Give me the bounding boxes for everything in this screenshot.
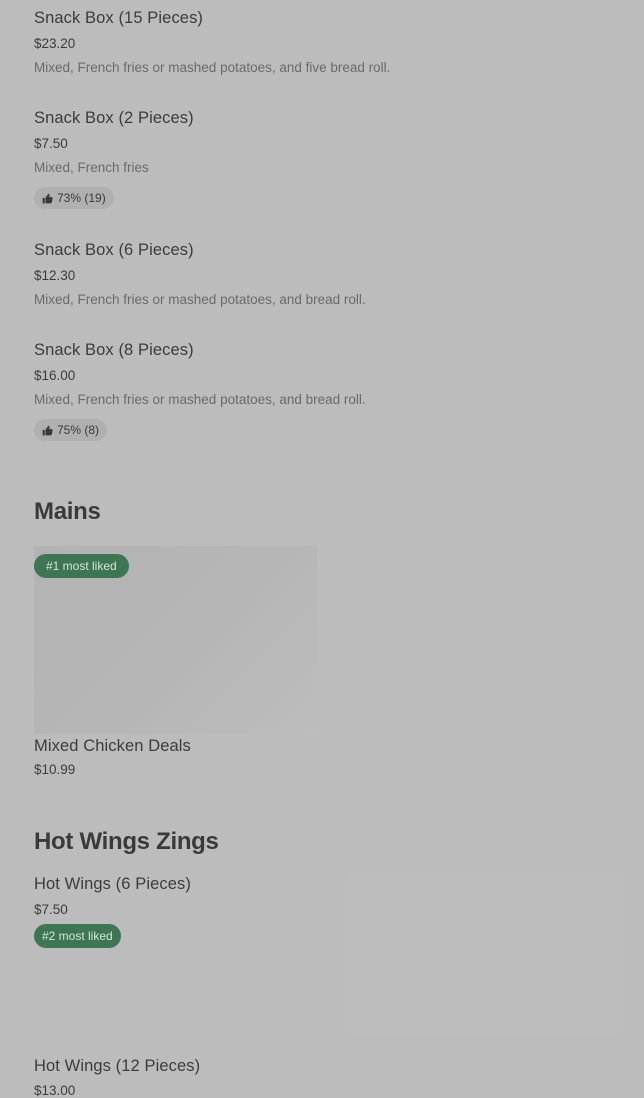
item-description: Mixed, French fries or mashed potatoes, … — [34, 392, 366, 407]
item-price: $23.20 — [34, 36, 76, 51]
item-title: Snack Box (6 Pieces) — [34, 241, 194, 259]
thumbs-up-icon — [42, 425, 53, 435]
rating-badge: 73% (19) — [34, 187, 114, 209]
rating-text: 73% (19) — [57, 191, 106, 205]
item-image — [348, 874, 624, 1034]
item-title: Hot Wings (12 Pieces) — [34, 1057, 201, 1075]
section-title-mains: Mains — [34, 498, 101, 525]
item-price: $13.00 — [34, 1083, 76, 1098]
most-liked-badge: #2 most liked — [34, 924, 121, 948]
item-title: Mixed Chicken Deals — [34, 737, 191, 755]
thumbs-up-icon — [42, 193, 53, 203]
item-price: $10.99 — [34, 762, 76, 777]
item-title: Snack Box (8 Pieces) — [34, 341, 194, 359]
item-price: $16.00 — [34, 368, 76, 383]
item-price: $7.50 — [34, 136, 68, 151]
item-description: Mixed, French fries or mashed potatoes, … — [34, 60, 391, 75]
item-title: Hot Wings (6 Pieces) — [34, 875, 191, 893]
item-description: Mixed, French fries — [34, 160, 149, 175]
item-title: Snack Box (15 Pieces) — [34, 9, 204, 27]
item-price: $12.30 — [34, 268, 76, 283]
item-description: Mixed, French fries or mashed potatoes, … — [34, 292, 366, 307]
most-liked-badge: #1 most liked — [34, 554, 129, 578]
section-title-hot-wings: Hot Wings Zings — [34, 828, 219, 855]
rating-text: 75% (8) — [57, 423, 100, 437]
item-price: $7.50 — [34, 902, 68, 917]
rating-badge: 75% (8) — [34, 419, 108, 441]
item-title: Snack Box (2 Pieces) — [34, 109, 194, 127]
